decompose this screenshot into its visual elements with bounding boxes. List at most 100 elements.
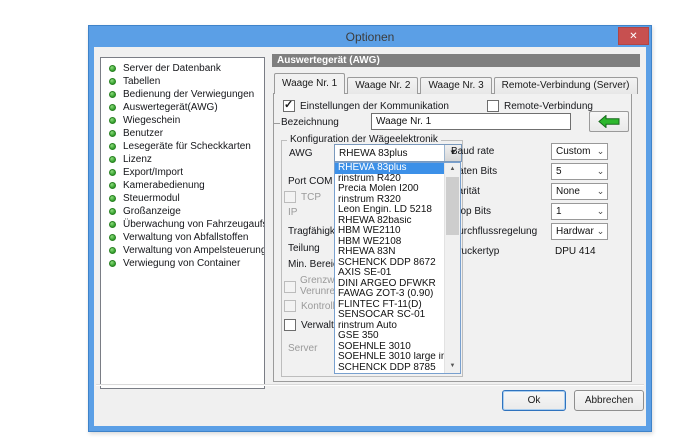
sidebar-item[interactable]: Verwaltung von Abfallstoffen — [101, 231, 264, 244]
revert-button[interactable] — [589, 111, 629, 132]
chevron-down-icon: ⌄ — [594, 224, 607, 239]
checkbox-box: ✓ — [284, 281, 296, 293]
cancel-button[interactable]: Abbrechen — [574, 390, 644, 411]
dropdown-option[interactable]: AXIS SE-01 — [335, 268, 445, 279]
serial-setting-row: Durchflussregelung Hardware ⌄ — [451, 223, 608, 243]
dropdown-option[interactable]: RHEWA 83plus — [335, 163, 445, 174]
serial-setting-value: Custom — [552, 146, 594, 157]
dropdown-option[interactable]: RHEWA 82basic — [335, 216, 445, 227]
sidebar-item-label: Verwaltung von Ampelsteuerung — [123, 244, 265, 257]
dropdown-option[interactable]: HBM WE2108 — [335, 237, 445, 248]
close-icon: ✕ — [629, 31, 637, 42]
tab[interactable]: Remote-Verbindung (Server) — [494, 77, 638, 94]
sidebar-item[interactable]: Lizenz — [101, 153, 264, 166]
serial-setting-label: Baud rate — [451, 146, 494, 157]
dropdown-option[interactable]: Leon Engin. LD 5218 — [335, 205, 445, 216]
sidebar-item[interactable]: Großanzeige — [101, 205, 264, 218]
dropdown-scrollbar[interactable]: ▲ ▼ — [444, 163, 460, 373]
sidebar-item[interactable]: Lesegeräte für Scheckkarten — [101, 140, 264, 153]
checkbox-box: ✓ — [284, 191, 296, 203]
tab[interactable]: Waage Nr. 1 — [274, 73, 345, 94]
serial-setting-combo[interactable]: 5 ⌄ — [551, 163, 608, 180]
awg-label: AWG — [289, 148, 313, 159]
serial-setting-combo[interactable]: Custom ⌄ — [551, 143, 608, 160]
serial-setting-row: Druckertyp DPU 414 ⌄ — [451, 243, 608, 263]
bezeichnung-input[interactable] — [371, 113, 571, 130]
ok-button[interactable]: Ok — [502, 390, 566, 411]
serial-setting-row: Baud rate Custom ⌄ — [451, 143, 608, 163]
bullet-icon — [109, 169, 116, 176]
serial-setting-combo[interactable]: 1 ⌄ — [551, 203, 608, 220]
tab[interactable]: Waage Nr. 2 — [347, 77, 418, 94]
dropdown-option[interactable]: Precia Molen I200 — [335, 184, 445, 195]
serial-settings: Baud rate Custom ⌄ Daten Bits 5 ⌄ — [451, 143, 608, 263]
serial-setting-row: Daten Bits 5 ⌄ — [451, 163, 608, 183]
screen: Optionen ✕ Server der Datenbank Tabellen… — [0, 0, 683, 443]
bullet-icon — [109, 104, 116, 111]
communication-settings-checkbox[interactable]: ✓ Einstellungen der Kommunikation — [283, 100, 449, 112]
dropdown-option[interactable]: rinstrum R320 — [335, 195, 445, 206]
chevron-down-icon: ⌄ — [594, 204, 607, 219]
checkbox-label: Einstellungen der Kommunikation — [300, 101, 449, 112]
checkbox-box: ✓ — [283, 100, 295, 112]
sidebar-item[interactable]: Verwiegung von Container — [101, 257, 264, 270]
checkbox-label: Remote-Verbindung — [504, 101, 593, 112]
checkbox-label: TCP — [301, 192, 321, 203]
sidebar-item-label: Benutzer — [123, 127, 163, 140]
bullet-icon — [109, 221, 116, 228]
sidebar-item-label: Auswertegerät(AWG) — [123, 101, 218, 114]
dropdown-option[interactable]: HBM WE2110 — [335, 226, 445, 237]
tcp-checkbox: ✓ TCP — [284, 191, 321, 203]
category-listbox[interactable]: Server der Datenbank Tabellen Bedienung … — [100, 57, 265, 389]
awg-combobox-value: RHEWA 83plus — [335, 148, 444, 159]
dropdown-option[interactable]: DINI ARGEO DFWKR — [335, 279, 445, 290]
dropdown-option[interactable]: SOEHNLE 3010 — [335, 342, 445, 353]
serial-setting-value: 5 — [552, 166, 594, 177]
dropdown-option[interactable]: SENSOCAR SC-01 — [335, 310, 445, 321]
bullet-icon — [109, 78, 116, 85]
checkbox-box: ✓ — [487, 100, 499, 112]
sidebar-item[interactable]: Bedienung der Verwiegungen — [101, 88, 264, 101]
sidebar-item[interactable]: Überwachung von Fahrzeugaufstellung — [101, 218, 264, 231]
sidebar-item[interactable]: Benutzer — [101, 127, 264, 140]
dropdown-option[interactable]: SOEHNLE 3010 large inc — [335, 352, 445, 363]
scroll-down-icon[interactable]: ▼ — [445, 360, 460, 373]
chevron-down-icon: ⌄ — [594, 184, 607, 199]
checkbox-box: ✓ — [284, 300, 296, 312]
sidebar-item[interactable]: Wiegeschein — [101, 114, 264, 127]
chevron-down-icon: ⌄ — [594, 144, 607, 159]
dropdown-options: RHEWA 83plusrinstrum R420Precia Molen I2… — [335, 163, 445, 373]
dropdown-option[interactable]: rinstrum Auto — [335, 321, 445, 332]
serial-setting-combo[interactable]: None ⌄ — [551, 183, 608, 200]
dropdown-option[interactable]: SCHENCK DDP 8672 — [335, 258, 445, 269]
dropdown-option[interactable]: SCHENCK DDP 8785 — [335, 363, 445, 374]
titlebar[interactable]: Optionen — [89, 26, 651, 47]
sidebar-item[interactable]: Auswertegerät(AWG) — [101, 101, 264, 114]
sidebar-item[interactable]: Kamerabedienung — [101, 179, 264, 192]
dialog-title: Optionen — [346, 30, 395, 44]
scrollbar-thumb[interactable] — [446, 177, 459, 235]
tab[interactable]: Waage Nr. 3 — [420, 77, 491, 94]
awg-combobox[interactable]: RHEWA 83plus ▼ — [334, 144, 462, 162]
options-dialog: Optionen ✕ Server der Datenbank Tabellen… — [88, 25, 652, 432]
dropdown-option[interactable]: RHEWA 83N — [335, 247, 445, 258]
serial-setting-combo[interactable]: Hardware ⌄ — [551, 223, 608, 240]
dropdown-option[interactable]: GSE 350 — [335, 331, 445, 342]
footer-separator — [96, 384, 644, 386]
scroll-up-icon[interactable]: ▲ — [445, 163, 460, 176]
dropdown-option[interactable]: FLINTEC FT-11(D) — [335, 300, 445, 311]
dropdown-option[interactable]: rinstrum R420 — [335, 174, 445, 185]
sidebar-item[interactable]: Verwaltung von Ampelsteuerung — [101, 244, 264, 257]
port-com-label: Port COM — [288, 176, 332, 187]
remote-connection-checkbox[interactable]: ✓ Remote-Verbindung — [487, 100, 593, 112]
kontrolle-checkbox: ✓ Kontrolle — [284, 300, 340, 312]
close-button[interactable]: ✕ — [618, 27, 649, 45]
serial-setting-label: Durchflussregelung — [451, 226, 537, 237]
dropdown-option[interactable]: FAWAG ZOT-3 (0.90) — [335, 289, 445, 300]
sidebar-item[interactable]: Steuermodul — [101, 192, 264, 205]
sidebar-item-label: Kamerabedienung — [123, 179, 205, 192]
sidebar-item[interactable]: Tabellen — [101, 75, 264, 88]
sidebar-item[interactable]: Server der Datenbank — [101, 62, 264, 75]
sidebar-item[interactable]: Export/Import — [101, 166, 264, 179]
serial-setting-combo[interactable]: DPU 414 ⌄ — [551, 243, 608, 260]
